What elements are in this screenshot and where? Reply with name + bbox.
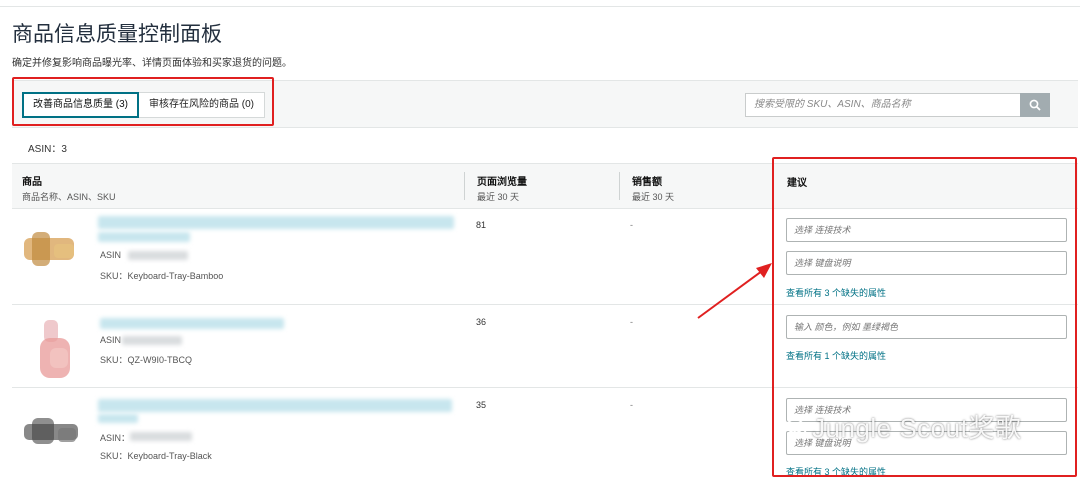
pageviews-value: 35 bbox=[476, 400, 487, 410]
tabs-highlight-box bbox=[12, 77, 274, 126]
column-pageviews[interactable]: 页面浏览量 最近 30 天 bbox=[477, 173, 527, 203]
page-subtitle: 确定并修复影响商品曝光率、详情页面体验和买家退货的问题。 bbox=[12, 58, 292, 69]
asin-value-redacted bbox=[128, 251, 188, 260]
product-thumbnail[interactable] bbox=[20, 410, 82, 450]
product-name-redacted bbox=[98, 414, 138, 423]
column-sales[interactable]: 销售额 最近 30 天 bbox=[632, 173, 674, 203]
product-name-redacted[interactable] bbox=[98, 399, 452, 412]
column-product-title: 商品 bbox=[22, 177, 42, 188]
wechat-icon bbox=[786, 418, 807, 435]
column-product[interactable]: 商品 商品名称、ASIN、SKU bbox=[22, 173, 116, 203]
pageviews-value: 36 bbox=[476, 317, 487, 327]
asin-label: ASIN： bbox=[100, 433, 131, 443]
sales-value: - bbox=[630, 220, 633, 230]
asin-label: ASIN bbox=[100, 335, 122, 345]
pageviews-value: 81 bbox=[476, 220, 487, 230]
asin-value-redacted bbox=[122, 336, 182, 345]
search-button[interactable] bbox=[1020, 93, 1050, 117]
column-sales-sub: 最近 30 天 bbox=[632, 192, 675, 202]
search-icon bbox=[1029, 99, 1041, 111]
column-separator bbox=[619, 172, 620, 200]
column-separator bbox=[464, 172, 465, 200]
product-name-redacted[interactable] bbox=[100, 318, 284, 329]
column-pageviews-title: 页面浏览量 bbox=[477, 177, 527, 188]
product-name-redacted bbox=[98, 232, 190, 242]
sku-text: SKU：Keyboard-Tray-Bamboo bbox=[100, 271, 224, 281]
sales-value: - bbox=[630, 317, 633, 327]
column-product-sub: 商品名称、ASIN、SKU bbox=[22, 192, 116, 202]
annotation-arrow-icon bbox=[697, 263, 772, 319]
watermark-text: Jungle Scout奖歌 bbox=[812, 413, 1022, 443]
column-pageviews-sub: 最近 30 天 bbox=[477, 192, 520, 202]
product-thumbnail[interactable] bbox=[34, 316, 76, 382]
column-sales-title: 销售额 bbox=[632, 177, 662, 188]
sku-text: SKU：Keyboard-Tray-Black bbox=[100, 451, 212, 461]
asin-label: ASIN bbox=[100, 250, 122, 260]
search-input[interactable]: 搜索受限的 SKU、ASIN、商品名称 bbox=[745, 93, 1021, 117]
sales-value: - bbox=[630, 400, 633, 410]
product-thumbnail[interactable] bbox=[18, 226, 80, 274]
top-divider bbox=[0, 6, 1080, 7]
page-title: 商品信息质量控制面板 bbox=[12, 23, 222, 46]
asin-value-redacted bbox=[130, 432, 192, 441]
asin-count: ASIN：3 bbox=[28, 144, 67, 155]
sku-text: SKU：QZ-W9I0-TBCQ bbox=[100, 355, 193, 365]
product-name-redacted[interactable] bbox=[98, 216, 454, 229]
